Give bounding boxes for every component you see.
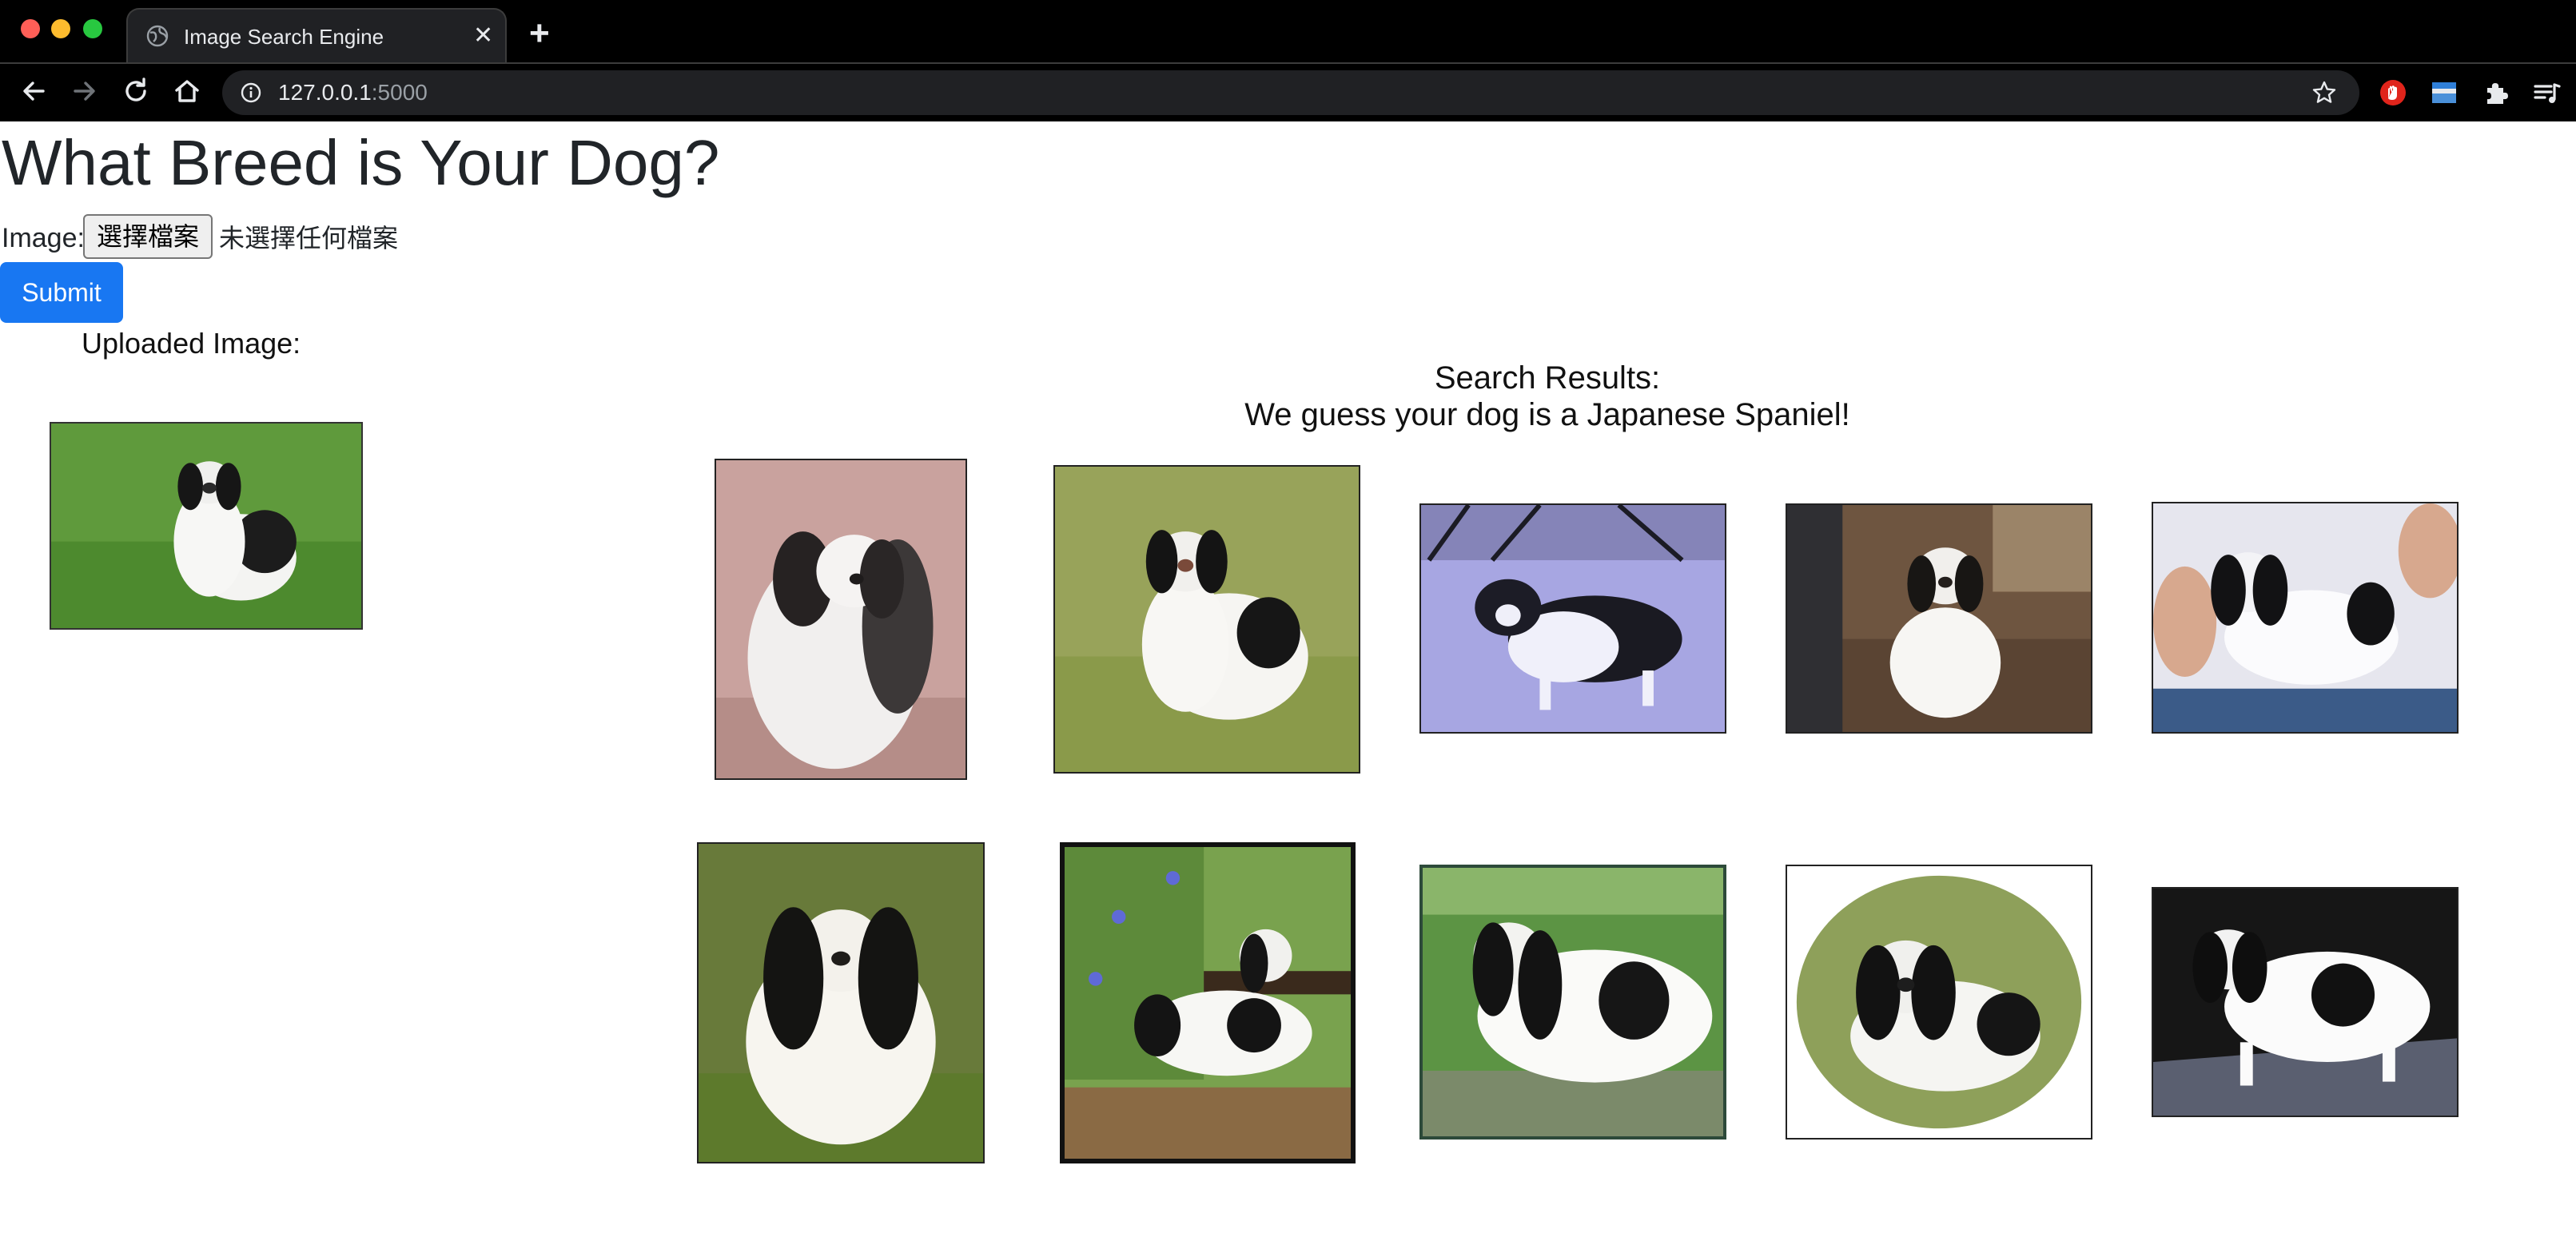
- uploaded-image-heading: Uploaded Image:: [82, 327, 301, 360]
- breed-guess-text: We guess your dog is a Japanese Spaniel!: [1244, 397, 1850, 432]
- result-image: [1419, 503, 1726, 734]
- window-maximize-button[interactable]: [83, 19, 102, 38]
- url-text: 127.0.0.1:5000: [278, 80, 428, 105]
- result-image: [1419, 865, 1726, 1140]
- window-minimize-button[interactable]: [51, 19, 70, 38]
- result-image: [715, 459, 967, 780]
- window-icon[interactable]: [2430, 78, 2459, 107]
- uploaded-image: [50, 422, 363, 630]
- browser-chrome: Image Search Engine ✕ + 127.0.0.1:5000: [0, 0, 2576, 121]
- result-image: [2152, 887, 2459, 1117]
- result-image: [2152, 502, 2459, 734]
- tab-title: Image Search Engine: [184, 25, 384, 49]
- submit-button[interactable]: Submit: [0, 262, 123, 323]
- queue-icon[interactable]: [2532, 78, 2561, 107]
- image-label: Image:: [2, 223, 85, 253]
- browser-tab[interactable]: Image Search Engine ✕: [126, 8, 507, 62]
- page-content: What Breed is Your Dog? Image: 選擇檔案 未選擇任…: [0, 121, 2576, 1237]
- search-results-heading: Search Results: We guess your dog is a J…: [1119, 360, 1976, 433]
- forward-icon[interactable]: [69, 75, 101, 107]
- search-results-title: Search Results:: [1434, 360, 1661, 396]
- result-image: [1786, 865, 2092, 1140]
- result-image: [1060, 842, 1356, 1163]
- back-icon[interactable]: [18, 75, 50, 107]
- page-title: What Breed is Your Dog?: [2, 127, 720, 198]
- browser-toolbar: 127.0.0.1:5000: [0, 62, 2576, 121]
- result-image: [1053, 465, 1360, 774]
- url-port: :5000: [371, 80, 428, 105]
- result-image: [1786, 503, 2092, 734]
- star-icon[interactable]: [2311, 80, 2337, 105]
- choose-file-button[interactable]: 選擇檔案: [83, 214, 213, 259]
- url-host: 127.0.0.1: [278, 80, 372, 105]
- home-icon[interactable]: [171, 75, 203, 107]
- tab-close-icon[interactable]: ✕: [473, 22, 493, 50]
- adblock-icon[interactable]: [2379, 78, 2407, 107]
- result-image: [697, 842, 985, 1163]
- no-file-chosen-text: 未選擇任何檔案: [219, 223, 399, 253]
- window-close-button[interactable]: [21, 19, 40, 38]
- globe-icon: [146, 25, 169, 47]
- new-tab-button[interactable]: +: [529, 16, 550, 51]
- reload-icon[interactable]: [120, 75, 152, 107]
- info-icon[interactable]: [240, 82, 262, 104]
- address-bar[interactable]: 127.0.0.1:5000: [222, 70, 2359, 115]
- puzzle-icon[interactable]: [2481, 78, 2510, 107]
